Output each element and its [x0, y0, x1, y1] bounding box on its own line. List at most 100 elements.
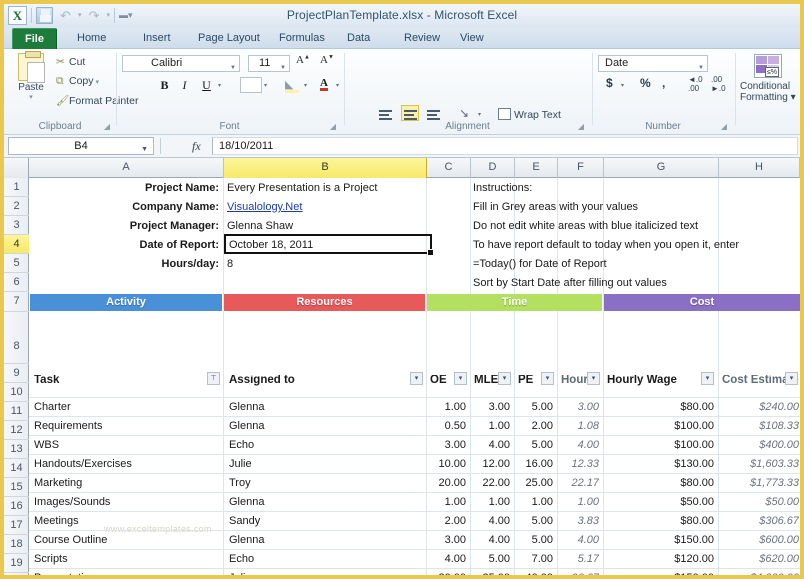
cell-mle[interactable]: 4.00 — [470, 440, 510, 451]
conditional-formatting-label[interactable]: Conditional Formatting ▾ — [740, 81, 800, 103]
number-dialog-launcher[interactable]: ◢ — [721, 122, 727, 131]
filter-mle-icon[interactable]: ▾ — [498, 372, 511, 385]
filter-assigned-icon[interactable]: ▾ — [410, 372, 423, 385]
row-header-13[interactable]: 13 — [4, 440, 29, 459]
currency-format-icon[interactable]: $ — [606, 76, 613, 90]
percent-format-icon[interactable]: % — [640, 76, 651, 90]
paste-dropdown-icon[interactable]: ▾ — [10, 93, 52, 101]
value-company-name[interactable]: Visualology.Net — [227, 202, 427, 213]
filter-wage-icon[interactable]: ▾ — [701, 372, 714, 385]
copy-button[interactable]: ⧉ Copy ▾ — [56, 75, 99, 88]
cell-cost[interactable]: $4,000.00 — [719, 573, 799, 575]
row-header-4[interactable]: 4 — [4, 235, 29, 254]
row-header-17[interactable]: 17 — [4, 516, 29, 535]
tab-view[interactable]: View — [451, 28, 493, 49]
column-header-h[interactable]: H — [719, 158, 800, 178]
cell-cost[interactable]: $306.67 — [719, 516, 799, 527]
row-header-12[interactable]: 12 — [4, 421, 29, 440]
text-orientation-icon[interactable]: ↘ — [459, 106, 469, 120]
cell-wage[interactable]: $100.00 — [629, 440, 714, 451]
chevron-down-icon[interactable]: ▼ — [280, 61, 286, 76]
cell-mle[interactable]: 3.00 — [470, 402, 510, 413]
cell-pe[interactable]: 5.00 — [515, 516, 553, 527]
cell-mle[interactable]: 5.00 — [470, 554, 510, 565]
cell-hours[interactable]: 3.00 — [557, 402, 599, 413]
cell-hours[interactable]: 4.00 — [557, 440, 599, 451]
cell-task[interactable]: Requirements — [34, 421, 209, 432]
column-header-c[interactable]: C — [427, 158, 471, 178]
chevron-down-icon[interactable]: ▼ — [141, 142, 148, 158]
value-project-manager[interactable]: Glenna Shaw — [227, 221, 427, 232]
cell-task[interactable]: Images/Sounds — [34, 497, 209, 508]
row-header-9[interactable]: 9 — [4, 364, 29, 383]
row-header-14[interactable]: 14 — [4, 459, 29, 478]
cell-oe[interactable]: 0.50 — [428, 421, 466, 432]
cell-mle[interactable]: 25.00 — [470, 573, 510, 575]
align-top-icon[interactable] — [377, 107, 395, 123]
number-format-select[interactable]: Date ▼ — [598, 55, 708, 72]
conditional-formatting-icon[interactable]: ≤% — [754, 54, 782, 78]
formula-input[interactable]: 18/10/2011 — [212, 137, 798, 155]
cell-pe[interactable]: 7.00 — [515, 554, 553, 565]
row-header-10[interactable]: 10 — [4, 383, 29, 402]
cell-oe[interactable]: 3.00 — [428, 535, 466, 546]
cell-hours[interactable]: 3.83 — [557, 516, 599, 527]
value-hours-per-day[interactable]: 8 — [227, 259, 427, 270]
decrease-font-size-icon[interactable]: A▼ — [320, 54, 334, 66]
cell-assigned[interactable]: Julie — [229, 573, 409, 575]
row-header-16[interactable]: 16 — [4, 497, 29, 516]
cell-task[interactable]: Charter — [34, 402, 209, 413]
tab-insert[interactable]: Insert — [134, 28, 180, 49]
column-header-a[interactable]: A — [29, 158, 224, 178]
cell-cost[interactable]: $600.00 — [719, 535, 799, 546]
cell-task[interactable]: Handouts/Exercises — [34, 459, 209, 470]
cell-task[interactable]: Course Outline — [34, 535, 209, 546]
increase-decimal-icon[interactable]: ◄.0.00 — [688, 75, 703, 93]
cell-oe[interactable]: 20.00 — [428, 573, 466, 575]
cell-task[interactable]: Presentation — [34, 573, 209, 575]
cell-wage[interactable]: $80.00 — [629, 402, 714, 413]
cell-wage[interactable]: $80.00 — [629, 478, 714, 489]
row-header-7[interactable]: 7 — [4, 292, 29, 312]
filter-hours-icon[interactable]: ▾ — [587, 372, 600, 385]
cell-oe[interactable]: 2.00 — [428, 516, 466, 527]
column-header-g[interactable]: G — [604, 158, 719, 178]
font-dialog-launcher[interactable]: ◢ — [330, 122, 336, 131]
cell-cost[interactable]: $400.00 — [719, 440, 799, 451]
cell-oe[interactable]: 1.00 — [428, 497, 466, 508]
column-header-e[interactable]: E — [515, 158, 558, 178]
cell-cost[interactable]: $50.00 — [719, 497, 799, 508]
tab-page-layout[interactable]: Page Layout — [189, 28, 269, 49]
row-header-3[interactable]: 3 — [4, 216, 29, 235]
cell-wage[interactable]: $50.00 — [629, 497, 714, 508]
tab-home[interactable]: Home — [68, 28, 115, 49]
cell-hours[interactable]: 5.17 — [557, 554, 599, 565]
cell-cost[interactable]: $108.33 — [719, 421, 799, 432]
font-size-select[interactable]: 11 ▼ — [248, 55, 290, 72]
align-middle-icon[interactable] — [401, 105, 419, 121]
cell-hours[interactable]: 12.33 — [557, 459, 599, 470]
paste-button[interactable]: Paste ▾ — [10, 51, 52, 101]
chevron-down-icon[interactable]: ▼ — [698, 61, 704, 76]
cell-pe[interactable]: 5.00 — [515, 402, 553, 413]
cell-oe[interactable]: 3.00 — [428, 440, 466, 451]
active-cell-selection[interactable] — [224, 234, 434, 256]
column-header-b[interactable]: B — [224, 158, 427, 178]
filter-pe-icon[interactable]: ▾ — [541, 372, 554, 385]
wrap-text-icon[interactable] — [498, 108, 511, 120]
cell-mle[interactable]: 1.00 — [470, 421, 510, 432]
cell-pe[interactable]: 5.00 — [515, 535, 553, 546]
column-header-f[interactable]: F — [558, 158, 604, 178]
tab-review[interactable]: Review — [395, 28, 449, 49]
font-color-icon[interactable]: A — [320, 77, 328, 91]
cell-wage[interactable]: $120.00 — [629, 554, 714, 565]
cell-hours[interactable]: 22.17 — [557, 478, 599, 489]
cell-assigned[interactable]: Glenna — [229, 402, 409, 413]
cell-assigned[interactable]: Glenna — [229, 497, 409, 508]
row-header-6[interactable]: 6 — [4, 273, 29, 292]
cell-task[interactable]: Scripts — [34, 554, 209, 565]
cell-mle[interactable]: 22.00 — [470, 478, 510, 489]
font-family-select[interactable]: Calibri ▼ — [122, 55, 240, 72]
cell-wage[interactable]: $150.00 — [629, 535, 714, 546]
row-header-15[interactable]: 15 — [4, 478, 29, 497]
